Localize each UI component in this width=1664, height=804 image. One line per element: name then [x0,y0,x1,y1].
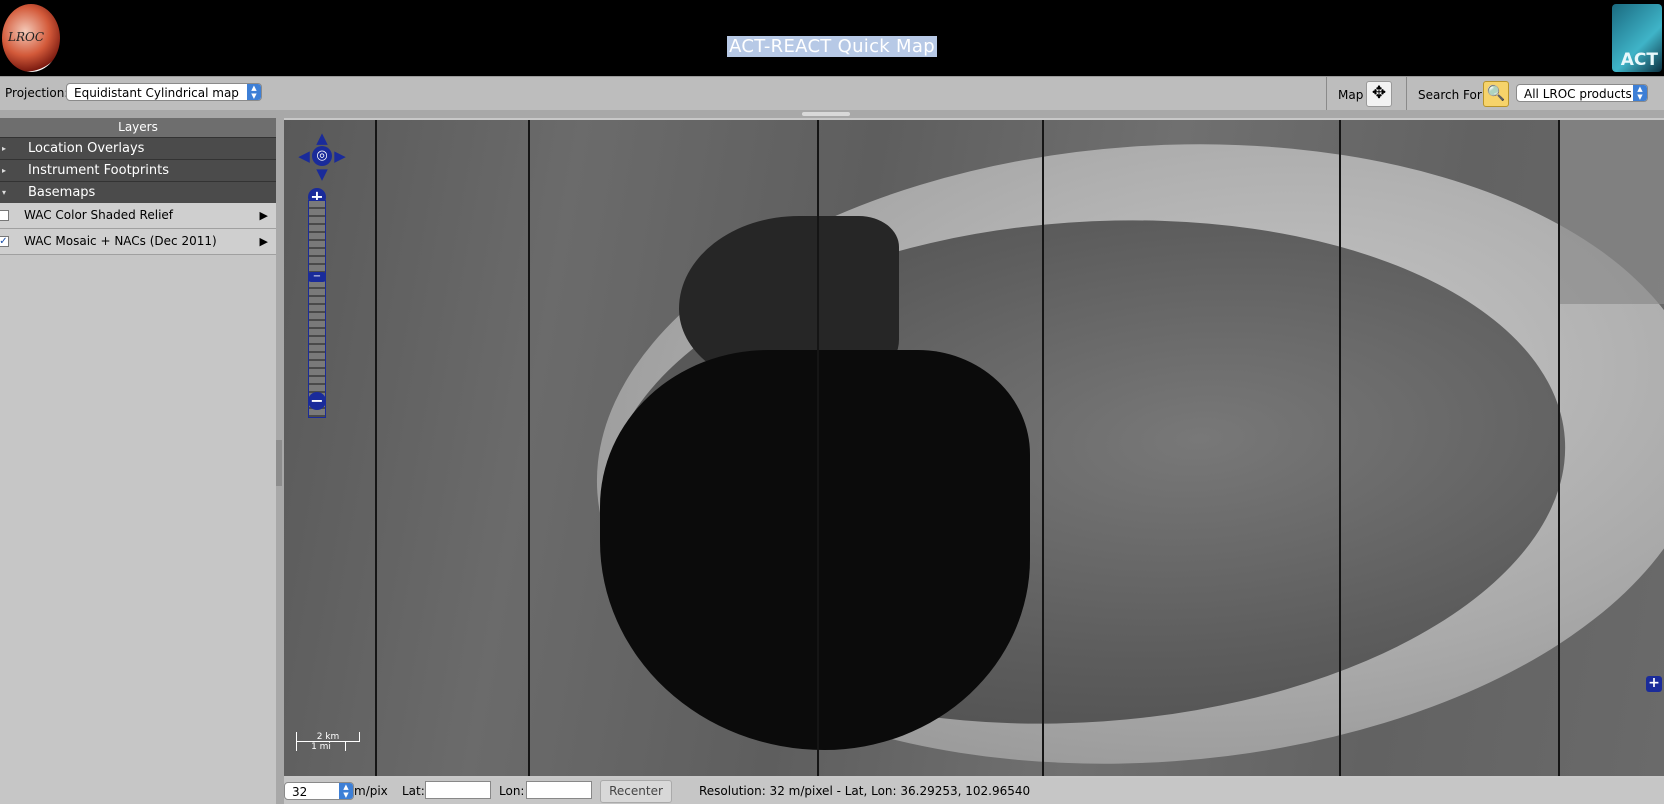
products-select[interactable]: All LROC products ▲ ▼ [1516,84,1648,102]
layers-header: Layers [0,118,276,137]
magnifier-icon: 🔍 [1486,84,1506,102]
scale-select-value: 32 [292,785,308,799]
scale-unit-label: m/pix [354,784,388,798]
scale-select[interactable]: 32 ▲ ▼ [284,782,354,800]
zoom-slider-handle[interactable]: − [308,272,326,282]
scale-bar: 2 km 1 mi [296,732,360,760]
lon-input[interactable] [526,781,592,799]
splitter-grip[interactable] [276,440,282,486]
lat-label: Lat: [402,784,425,798]
pan-up-icon[interactable]: ▲ [314,130,330,146]
pan-down-icon[interactable]: ▼ [314,166,330,182]
overview-map-toggle[interactable]: + [1646,676,1662,692]
layer-row-wac-color-shaded-relief[interactable]: WAC Color Shaded Relief ▶ [0,203,276,229]
accordion-label: Location Overlays [28,141,145,156]
image-strip-edge [1042,120,1044,776]
zoom-bar[interactable] [308,200,326,418]
map-viewport[interactable]: ▲ ◀ ◎ ▶ ▼ + − − 2 km 1 mi + [284,120,1664,776]
collapsed-triangle-icon: ▸ [2,166,7,175]
horizontal-splitter[interactable] [0,110,1664,118]
scale-km: 2 km [296,732,360,742]
select-arrows-icon: ▲ ▼ [1633,85,1647,101]
pan-control: ▲ ◀ ◎ ▶ ▼ [296,130,348,182]
act-logo-text: ACT [1620,50,1658,70]
toolbar-divider [1326,77,1327,111]
accordion-label: Basemaps [28,185,96,200]
accordion-instrument-footprints[interactable]: ▸ Instrument Footprints [0,159,276,181]
layer-label: WAC Color Shaded Relief [24,208,174,222]
projection-label: Projection: [5,86,69,100]
toolbar: Projection: Equidistant Cylindrical map … [0,76,1664,111]
pan-button[interactable]: ✥ [1366,81,1392,107]
image-strip-edge [817,120,819,776]
image-strip-edge [528,120,530,776]
page-title-text: ACT-REACT Quick Map [727,36,937,57]
expand-arrow-icon[interactable]: ▶ [260,203,268,228]
crater-shadow [600,350,1030,750]
layer-label: WAC Mosaic + NACs (Dec 2011) [24,234,217,248]
scale-mi: 1 mi [296,742,346,752]
splitter-grip[interactable] [802,112,850,116]
projection-select[interactable]: Equidistant Cylindrical map ▲ ▼ [66,83,262,101]
layers-sidebar: Layers ▸ Location Overlays ▸ Instrument … [0,118,276,804]
search-button[interactable]: 🔍 [1483,81,1509,107]
lat-input[interactable] [425,781,491,799]
image-strip-edge [1558,120,1560,776]
toolbar-divider [1406,77,1407,111]
accordion-location-overlays[interactable]: ▸ Location Overlays [0,137,276,159]
layer-checkbox-checked[interactable]: ✓ [0,236,9,247]
pan-right-icon[interactable]: ▶ [332,148,348,164]
products-select-value: All LROC products [1524,87,1632,101]
page-title: ACT-REACT Quick Map [0,36,1664,57]
act-logo[interactable]: ACT [1612,4,1662,72]
lon-label: Lon: [499,784,525,798]
zoom-out-button[interactable]: − [308,392,326,410]
pan-left-icon[interactable]: ◀ [296,148,312,164]
collapsed-triangle-icon: ▸ [2,144,7,153]
status-bar: 32 ▲ ▼ m/pix Lat: Lon: Recenter Resolutio… [284,778,1664,804]
layer-row-wac-mosaic-nacs[interactable]: ✓ WAC Mosaic + NACs (Dec 2011) ▶ [0,229,276,255]
projection-select-value: Equidistant Cylindrical map [74,86,239,100]
image-strip-edge [375,120,377,776]
recenter-button[interactable]: Recenter [600,780,672,803]
select-arrows-icon: ▲ ▼ [247,84,261,100]
map-mode-label: Map [1338,88,1364,102]
accordion-basemaps[interactable]: ▾ Basemaps [0,181,276,203]
move-arrows-icon: ✥ [1371,83,1387,103]
search-label: Search For: [1418,88,1486,102]
select-arrows-icon: ▲ ▼ [339,783,353,799]
image-tile [1560,120,1664,304]
accordion-label: Instrument Footprints [28,163,169,178]
app-header: LROC ACT-REACT Quick Map ACT [0,0,1664,76]
image-strip-edge [1339,120,1341,776]
layer-checkbox[interactable] [0,210,9,221]
expanded-triangle-icon: ▾ [2,188,7,197]
globe-icon[interactable]: ◎ [312,146,332,166]
resolution-readout: Resolution: 32 m/pixel - Lat, Lon: 36.29… [699,784,1031,798]
expand-arrow-icon[interactable]: ▶ [260,229,268,254]
